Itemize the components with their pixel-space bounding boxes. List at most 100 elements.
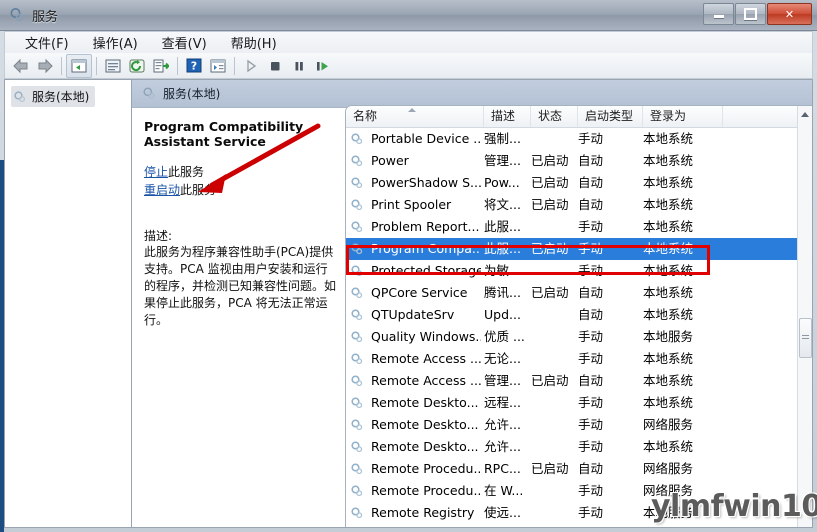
cell-description: 无论...: [484, 351, 521, 366]
service-gear-icon: [351, 463, 363, 475]
column-header-filler: [723, 106, 798, 127]
cell-name: PowerShadow S...: [371, 175, 481, 190]
minimize-button[interactable]: [703, 3, 734, 25]
cell-logon-as: 本地系统: [643, 439, 694, 454]
table-row[interactable]: Remote Deskto... 远程... 手动 本地系统: [346, 392, 798, 414]
cell-startup-type: 手动: [578, 483, 604, 498]
table-row[interactable]: Routing and R...在局... 禁用 本地系统: [346, 524, 798, 527]
cell-name: QTUpdateSrv: [371, 307, 455, 322]
cell-startup-type: 禁用: [578, 524, 626, 527]
table-row[interactable]: QTUpdateSrv Upd... 自动 本地系统: [346, 304, 798, 326]
service-gear-icon: [351, 397, 363, 409]
cell-status: 已启动: [531, 175, 569, 190]
cell-startup-type: 手动: [578, 395, 604, 410]
cell-name: Quality Windows...: [371, 329, 481, 344]
cell-startup-type: 自动: [578, 461, 604, 476]
cell-startup-type: 手动: [578, 329, 604, 344]
table-row[interactable]: Protected Storage 为敏... 手动 本地系统: [346, 260, 798, 282]
menu-file[interactable]: 文件(F): [13, 31, 81, 54]
cell-description: 将文...: [484, 197, 521, 212]
maximize-button[interactable]: [735, 3, 766, 25]
column-header-name[interactable]: 名称: [346, 106, 484, 127]
cell-startup-type: 手动: [578, 439, 604, 454]
cell-startup-type: 自动: [578, 153, 604, 168]
service-gear-icon: [351, 485, 363, 497]
table-row[interactable]: Remote Procedu... RPC... 已启动 自动 网络服务: [346, 458, 798, 480]
menu-view[interactable]: 查看(V): [150, 31, 219, 54]
table-row[interactable]: Print Spooler 将文... 已启动 自动 本地系统: [346, 194, 798, 216]
service-detail-panel: Program Compatibility Assistant Service …: [132, 109, 348, 527]
close-button[interactable]: ✕: [767, 3, 812, 25]
export-list-icon[interactable]: [149, 55, 173, 77]
table-row[interactable]: Problem Report... 此服... 手动 本地系统: [346, 216, 798, 238]
cell-description: 在局...: [484, 524, 527, 527]
cell-status: 已启动: [531, 153, 569, 168]
cell-description: Upd...: [484, 307, 521, 322]
cell-description: 此服...: [484, 241, 521, 256]
cell-startup-type: 自动: [578, 175, 604, 190]
cell-startup-type: 手动: [578, 241, 604, 256]
show-action-pane-icon[interactable]: [206, 55, 230, 77]
refresh-icon[interactable]: [125, 55, 149, 77]
table-row[interactable]: Remote Deskto... 允许... 手动 网络服务: [346, 414, 798, 436]
table-row[interactable]: PowerShadow S... Pow... 已启动 自动 本地系统: [346, 172, 798, 194]
stop-service-link[interactable]: 停止此服务: [144, 163, 338, 181]
table-row[interactable]: Remote Deskto... 允许... 手动 本地系统: [346, 436, 798, 458]
column-header-startup-type[interactable]: 启动类型: [578, 106, 643, 127]
tree-node-label: 服务(本地): [32, 90, 90, 104]
toolbar: ?: [4, 53, 813, 79]
cell-startup-type: 自动: [578, 307, 604, 322]
tree-node-services-local[interactable]: 服务(本地): [11, 86, 96, 107]
table-row[interactable]: Portable Device ... 强制... 手动 本地系统: [346, 128, 798, 150]
back-icon[interactable]: [9, 55, 33, 77]
cell-startup-type: 手动: [578, 351, 604, 366]
menu-action[interactable]: 操作(A): [81, 31, 150, 54]
column-header-description[interactable]: 描述: [484, 106, 531, 127]
table-row[interactable]: Remote Access ... 无论... 手动 本地系统: [346, 348, 798, 370]
stop-service-link-text[interactable]: 停止: [144, 165, 168, 179]
scrollbar-thumb[interactable]: [799, 318, 812, 358]
table-row[interactable]: QPCore Service 腾讯... 已启动 自动 本地系统: [346, 282, 798, 304]
restart-service-link-text[interactable]: 重启动: [144, 183, 180, 197]
cell-logon-as: 本地系统: [643, 153, 694, 168]
detail-service-title: Program Compatibility Assistant Service: [144, 119, 304, 149]
pane-header-label: 服务(本地): [163, 87, 221, 101]
table-row[interactable]: Quality Windows... 优质 ... 手动 本地服务: [346, 326, 798, 348]
service-gear-icon: [351, 177, 363, 189]
cell-name: Portable Device ...: [371, 131, 481, 146]
cell-status: 已启动: [531, 373, 569, 388]
cell-logon-as: 本地系统: [643, 524, 723, 527]
cell-logon-as: 本地系统: [643, 197, 694, 212]
restart-service-icon[interactable]: [311, 55, 335, 77]
cell-status: [531, 326, 577, 348]
restart-service-link-suffix: 此服务: [180, 183, 217, 197]
help-icon[interactable]: ?: [182, 55, 206, 77]
table-row[interactable]: Power 管理... 已启动 自动 本地系统: [346, 150, 798, 172]
column-header-logon-as[interactable]: 登录为: [643, 106, 723, 127]
cell-status: [531, 128, 577, 150]
cell-logon-as: 本地系统: [643, 373, 694, 388]
services-window: 服务 ✕ 文件(F) 操作(A) 查看(V) 帮助(H) ? 服务(本地) 服务…: [0, 0, 817, 532]
restart-service-link[interactable]: 重启动此服务: [144, 181, 338, 199]
sort-ascending-icon: [408, 108, 416, 112]
table-row[interactable]: Program Compa... 此服... 已启动 手动 本地系统: [346, 238, 798, 260]
column-header-name-label: 名称: [353, 109, 378, 123]
cell-name: Remote Access ...: [371, 351, 481, 366]
stop-service-icon[interactable]: [263, 55, 287, 77]
scroll-up-arrow[interactable]: [798, 106, 812, 122]
forward-icon[interactable]: [33, 55, 57, 77]
vertical-scrollbar[interactable]: [797, 106, 812, 527]
list-rows: Portable Device ... 强制... 手动 本地系统 Power 管理...…: [346, 128, 798, 527]
cell-description: RPC...: [484, 461, 521, 476]
pause-service-icon[interactable]: [287, 55, 311, 77]
cell-startup-type: 自动: [578, 285, 604, 300]
table-row[interactable]: Remote Access ... 管理... 已启动 自动 本地系统: [346, 370, 798, 392]
cell-description: 管理...: [484, 153, 521, 168]
cell-logon-as: 本地系统: [643, 175, 694, 190]
column-header-status[interactable]: 状态: [531, 106, 578, 127]
show-hide-tree-icon[interactable]: [66, 53, 92, 78]
menu-help[interactable]: 帮助(H): [219, 31, 289, 54]
cell-startup-type: 手动: [578, 263, 604, 278]
cell-logon-as: 本地服务: [643, 329, 694, 344]
properties-icon[interactable]: [101, 55, 125, 77]
